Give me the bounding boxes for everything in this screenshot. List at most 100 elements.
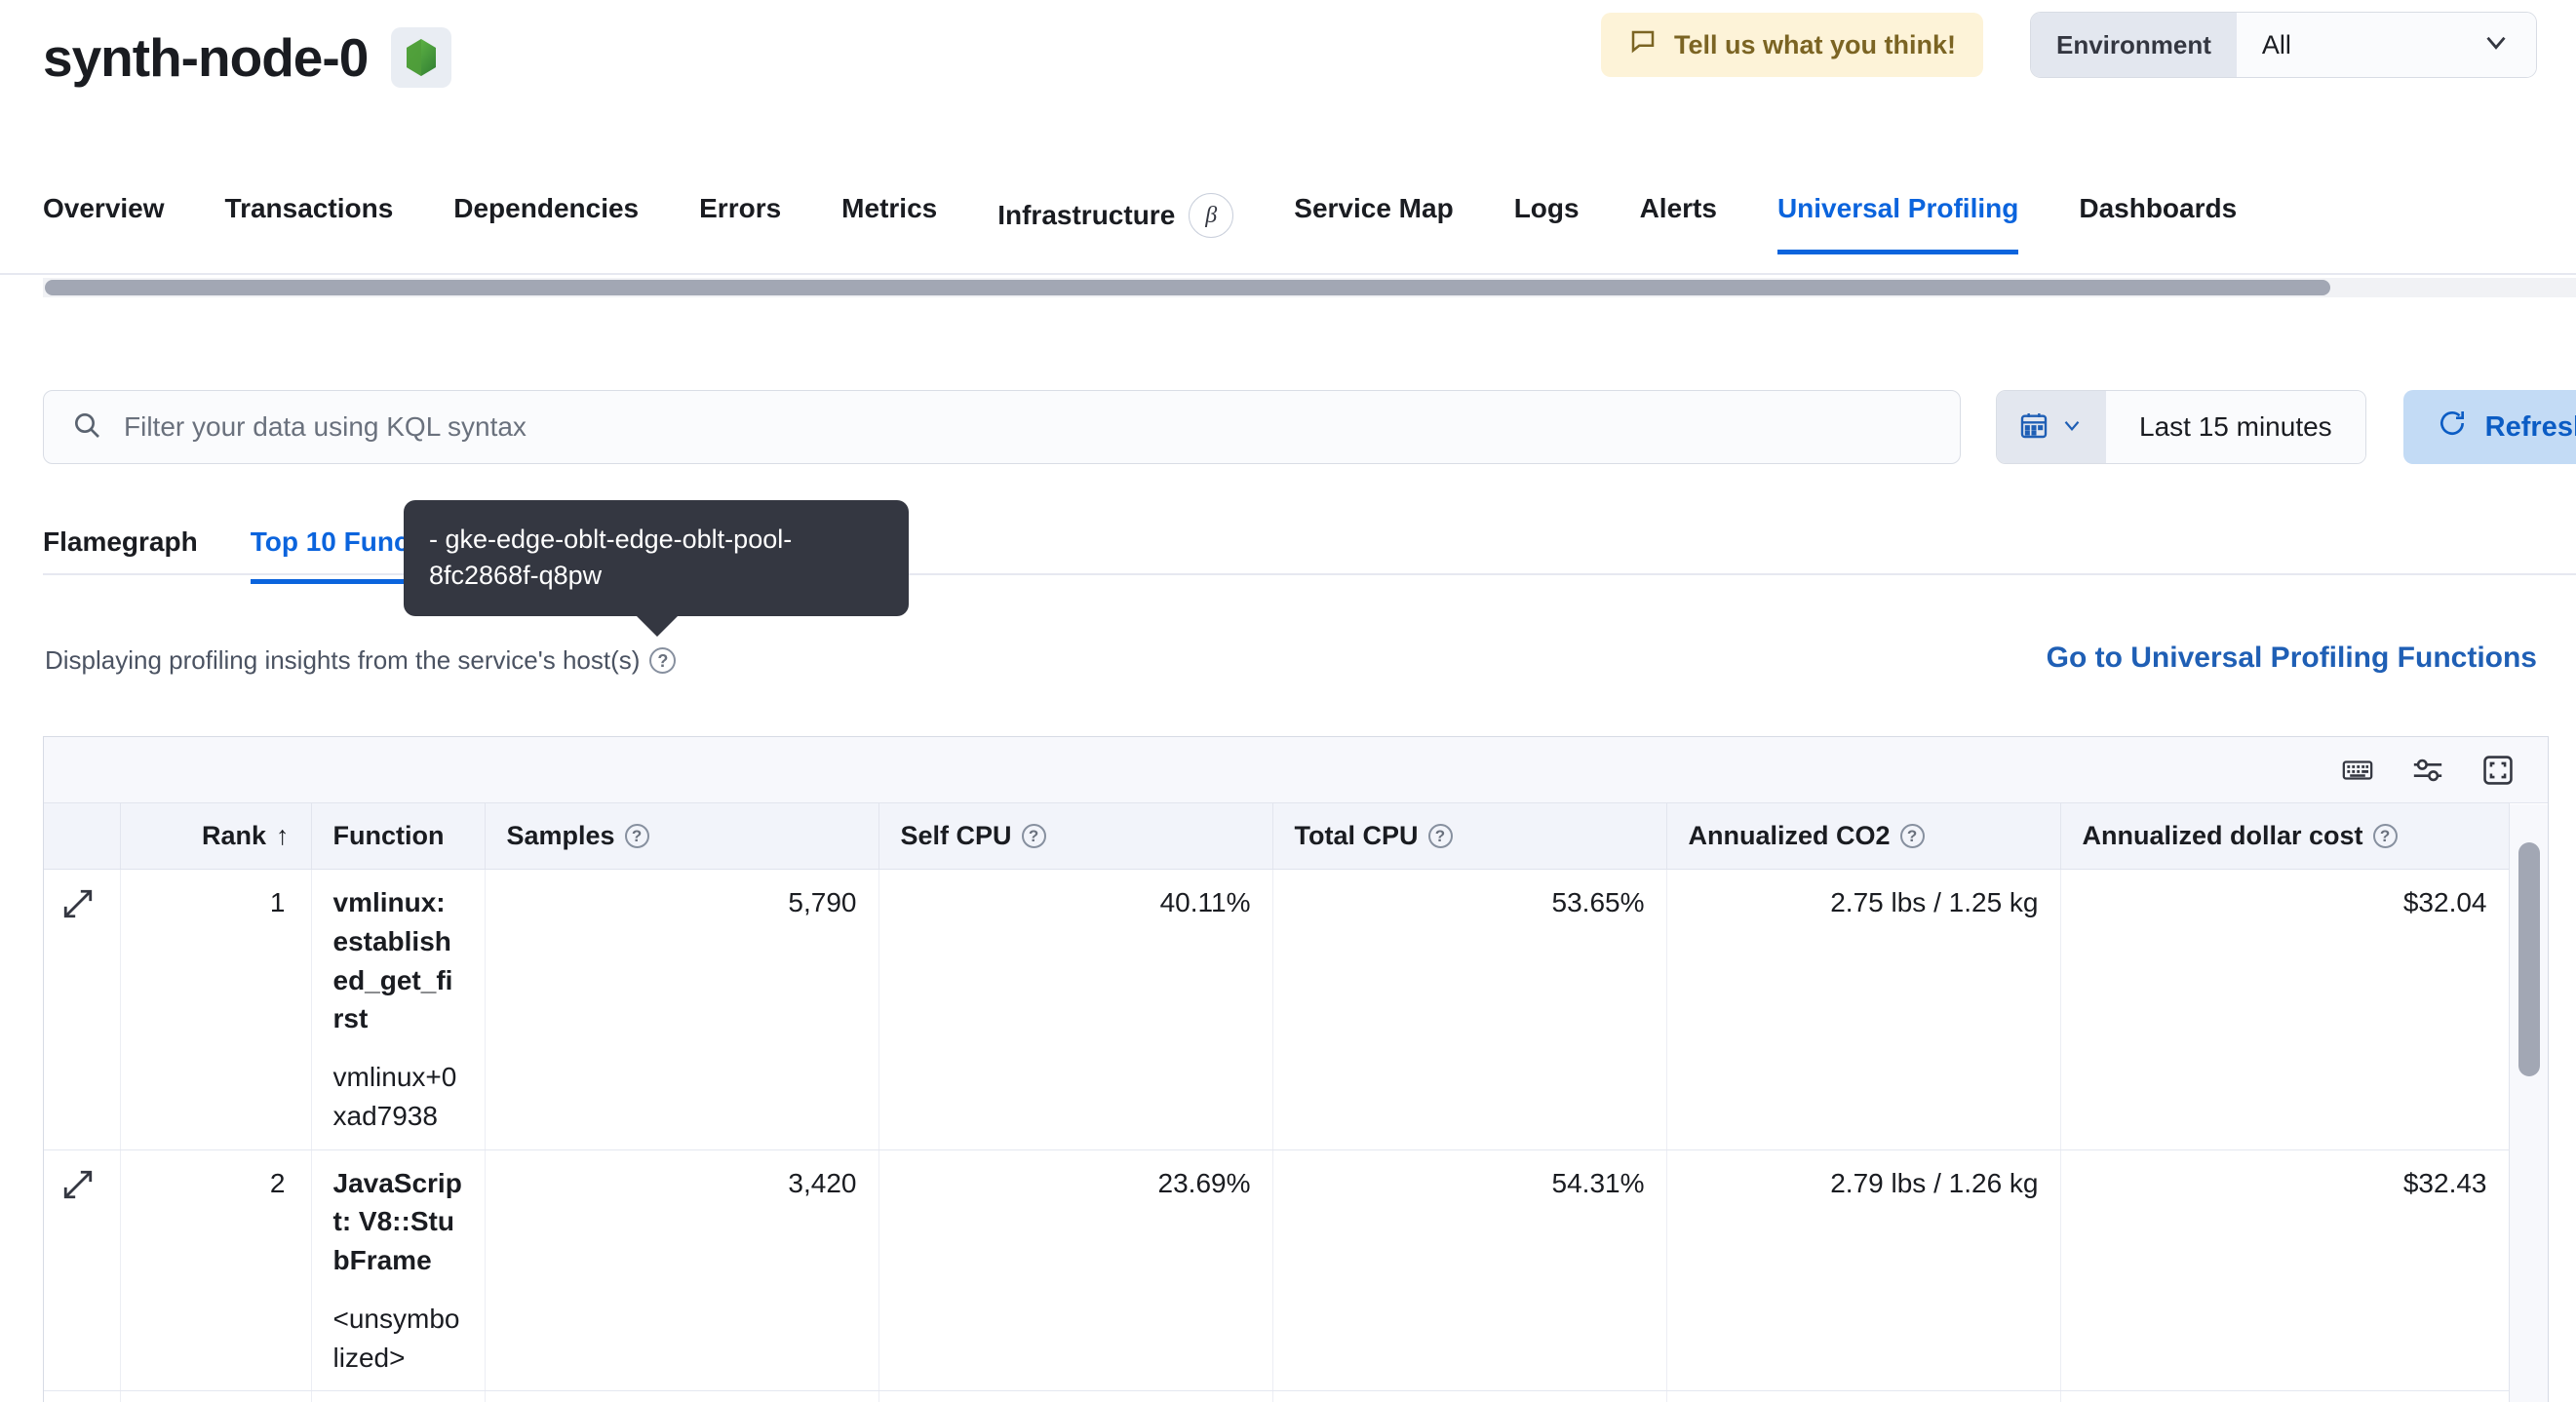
cell-self-cpu: 40.11% [878,869,1273,1150]
cell-self-cpu: 23.69% [878,1149,1273,1392]
nav-tab-label: Overview [43,193,165,223]
cell-function[interactable]: JavaScript: V8::StubFrame <unsymbolized> [311,1149,486,1392]
col-header-function[interactable]: Function [311,803,486,870]
fullscreen-icon[interactable] [2481,754,2515,787]
nav-tab-label: Universal Profiling [1776,193,2019,223]
cell-rank: 2 [120,1149,312,1392]
environment-selector[interactable]: Environment All [2030,12,2537,78]
col-header-label: Total CPU [1294,821,1419,850]
help-icon[interactable]: ? [1899,824,1925,848]
title-group: synth-node-0 [43,26,452,88]
universal-profiling-page: synth-node-0 Tell us what you think! Env… [0,0,2576,1402]
col-header-self-cpu[interactable]: Self CPU? [878,803,1273,870]
page-title: synth-node-0 [43,26,369,88]
date-range-value[interactable]: Last 15 minutes [2106,391,2365,463]
table-row[interactable]: 1 vmlinux: established_get_first vmlinux+0… [44,869,2510,1150]
nav-tab-label: Dependencies [453,193,640,223]
function-name: vmlinux: established_get_first [332,887,453,1034]
nav-tab-infrastructure[interactable]: Infrastructure β [997,185,1234,263]
help-icon[interactable]: ? [2372,824,2398,848]
environment-value: All [2261,29,2291,59]
cell-function[interactable]: vmlinux: established_get_first vmlinux+0x… [311,869,486,1150]
service-nav-tabs: Overview Transactions Dependencies Errors Me… [0,185,2576,263]
col-header-label: Annualized dollar cost [2082,821,2363,850]
search-icon [71,409,102,446]
insights-text: Displaying profiling insights from the s… [45,645,641,675]
calendar-quick-select-button[interactable] [1997,391,2106,463]
cell-total-cpu: 54.31% [1272,1149,1667,1392]
nav-tab-metrics[interactable]: Metrics [841,185,937,254]
feedback-label: Tell us what you think! [1673,29,1956,59]
chevron-down-icon [2059,412,2085,443]
beta-badge-icon: β [1189,193,1234,238]
header-actions: Tell us what you think! Environment All [1600,12,2537,78]
cell-samples: 3,420 [485,1149,879,1392]
nav-tab-dependencies[interactable]: Dependencies [453,185,639,254]
date-range-picker[interactable]: Last 15 minutes [1996,390,2366,464]
table-row[interactable]: 2 JavaScript: V8::StubFrame <unsymbolized>… [44,1149,2510,1392]
keyboard-icon[interactable] [2341,754,2374,787]
feedback-button[interactable]: Tell us what you think! [1600,13,1983,77]
col-header-label: Function [332,821,445,850]
cell-annualized-co2: 2.79 lbs / 1.26 kg [1666,1149,2061,1392]
col-header-samples[interactable]: Samples? [485,803,879,870]
help-icon[interactable]: ? [649,647,677,674]
nav-tab-label: Errors [699,193,782,223]
functions-grid: Rank ↑ Function Samples? Self CPU? Total CPU?… [44,803,2510,1402]
help-icon[interactable]: ? [1021,824,1046,848]
nav-tab-alerts[interactable]: Alerts [1640,185,1717,254]
insights-caption: Displaying profiling insights from the s… [45,645,677,676]
go-to-profiling-functions-link[interactable]: Go to Universal Profiling Functions [2047,642,2537,675]
vertical-scrollbar-thumb[interactable] [2518,842,2540,1076]
nav-tab-label: Logs [1513,193,1580,223]
table-row[interactable]: 3vmlinux: mt_findvmlinux+0xc2fd571,0357.… [44,1390,2510,1402]
nav-tab-label: Service Map [1294,193,1454,223]
page-header: synth-node-0 Tell us what you think! Env… [0,0,2576,115]
col-header-label: Self CPU [900,821,1012,850]
cell-rank: 3 [120,1390,312,1402]
cell-samples: 1,035 [485,1390,879,1402]
chevron-down-icon [2479,25,2513,65]
cell-function[interactable]: vmlinux: mt_findvmlinux+0xc2fd57 [311,1390,486,1402]
cell-self-cpu: 7.17% [878,1390,1273,1402]
expand-row-icon[interactable] [44,1390,121,1402]
col-header-total-cpu[interactable]: Total CPU? [1272,803,1667,870]
cell-annualized-cost: $32.04 [2060,869,2510,1150]
nav-tab-logs[interactable]: Logs [1514,185,1580,254]
environment-dropdown[interactable]: All [2236,13,2536,77]
table-header-row: Rank ↑ Function Samples? Self CPU? Total CPU?… [44,803,2510,870]
nav-tab-transactions[interactable]: Transactions [225,185,394,254]
help-icon[interactable]: ? [1427,824,1453,848]
nav-tab-errors[interactable]: Errors [699,185,781,254]
help-icon[interactable]: ? [624,824,649,848]
cell-annualized-co2: 0.44 lbs / 0.2 kg [1666,1390,2061,1402]
col-header-label: Annualized CO2 [1688,821,1891,850]
nav-tab-overview[interactable]: Overview [43,185,165,254]
function-address: vmlinux+0xad7938 [332,1062,457,1131]
horizontal-scrollbar-thumb[interactable] [45,280,2330,295]
expand-row-icon[interactable] [44,869,121,1150]
environment-label: Environment [2031,13,2237,77]
nav-tab-label: Infrastructure [997,200,1176,230]
nav-tab-label: Alerts [1639,193,1717,223]
refresh-button[interactable]: Refresh [2402,390,2576,464]
nav-tab-dashboards[interactable]: Dashboards [2079,185,2237,254]
sort-asc-icon: ↑ [276,821,290,850]
cell-annualized-cost: $32.43 [2060,1149,2510,1392]
nav-tab-universal-profiling[interactable]: Universal Profiling [1776,185,2019,254]
col-header-label: Samples [506,821,615,850]
nav-tab-service-map[interactable]: Service Map [1294,185,1453,254]
search-input[interactable]: Filter your data using KQL syntax [43,390,1961,464]
comment-icon [1628,27,1658,63]
col-header-expand[interactable] [44,803,121,870]
col-header-annualized-dollar-cost[interactable]: Annualized dollar cost? [2060,803,2510,870]
table-head: Rank ↑ Function Samples? Self CPU? Total CPU?… [44,803,2510,870]
col-header-rank[interactable]: Rank ↑ [120,803,312,870]
refresh-icon [2437,408,2468,447]
cell-total-cpu: 8.49% [1272,1390,1667,1402]
refresh-label: Refresh [2484,410,2576,443]
calendar-icon [2018,409,2049,446]
expand-row-icon[interactable] [44,1149,121,1392]
display-options-icon[interactable] [2411,754,2444,787]
col-header-annualized-co2[interactable]: Annualized CO2? [1666,803,2061,870]
